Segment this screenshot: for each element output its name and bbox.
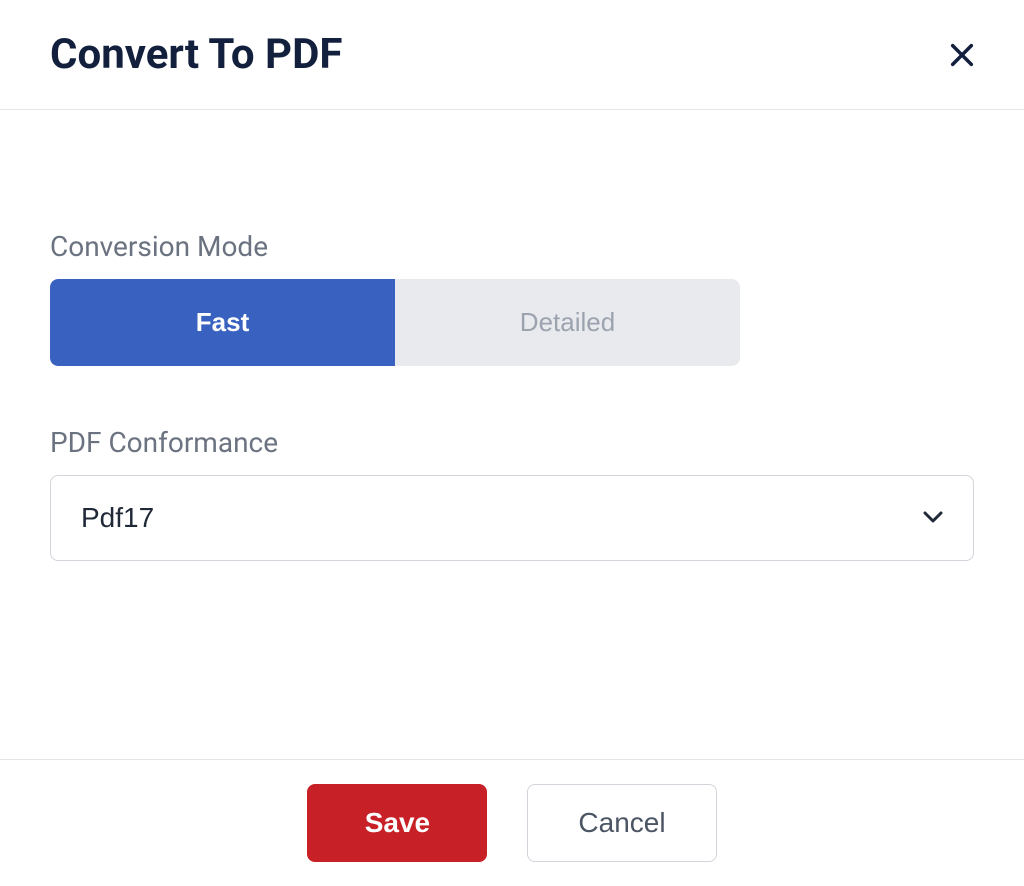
dialog-title: Convert To PDF <box>50 30 342 79</box>
cancel-button[interactable]: Cancel <box>527 784 716 862</box>
conversion-mode-detailed[interactable]: Detailed <box>395 279 740 366</box>
convert-to-pdf-dialog: Convert To PDF Conversion Mode Fast Deta… <box>0 0 1024 886</box>
pdf-conformance-label: PDF Conformance <box>50 426 974 459</box>
close-icon <box>948 41 976 69</box>
save-button[interactable]: Save <box>307 784 487 862</box>
chevron-down-icon <box>923 508 943 529</box>
dialog-footer: Save Cancel <box>0 759 1024 886</box>
pdf-conformance-select-wrapper: Pdf17 <box>50 475 974 561</box>
dialog-header: Convert To PDF <box>0 0 1024 110</box>
close-button[interactable] <box>940 33 984 77</box>
pdf-conformance-field: PDF Conformance Pdf17 <box>50 426 974 561</box>
conversion-mode-fast[interactable]: Fast <box>50 279 395 366</box>
dialog-body: Conversion Mode Fast Detailed PDF Confor… <box>0 110 1024 759</box>
pdf-conformance-select[interactable]: Pdf17 <box>50 475 974 561</box>
conversion-mode-label: Conversion Mode <box>50 230 974 263</box>
pdf-conformance-value: Pdf17 <box>81 502 154 534</box>
conversion-mode-toggle: Fast Detailed <box>50 279 740 366</box>
conversion-mode-field: Conversion Mode Fast Detailed <box>50 230 974 366</box>
